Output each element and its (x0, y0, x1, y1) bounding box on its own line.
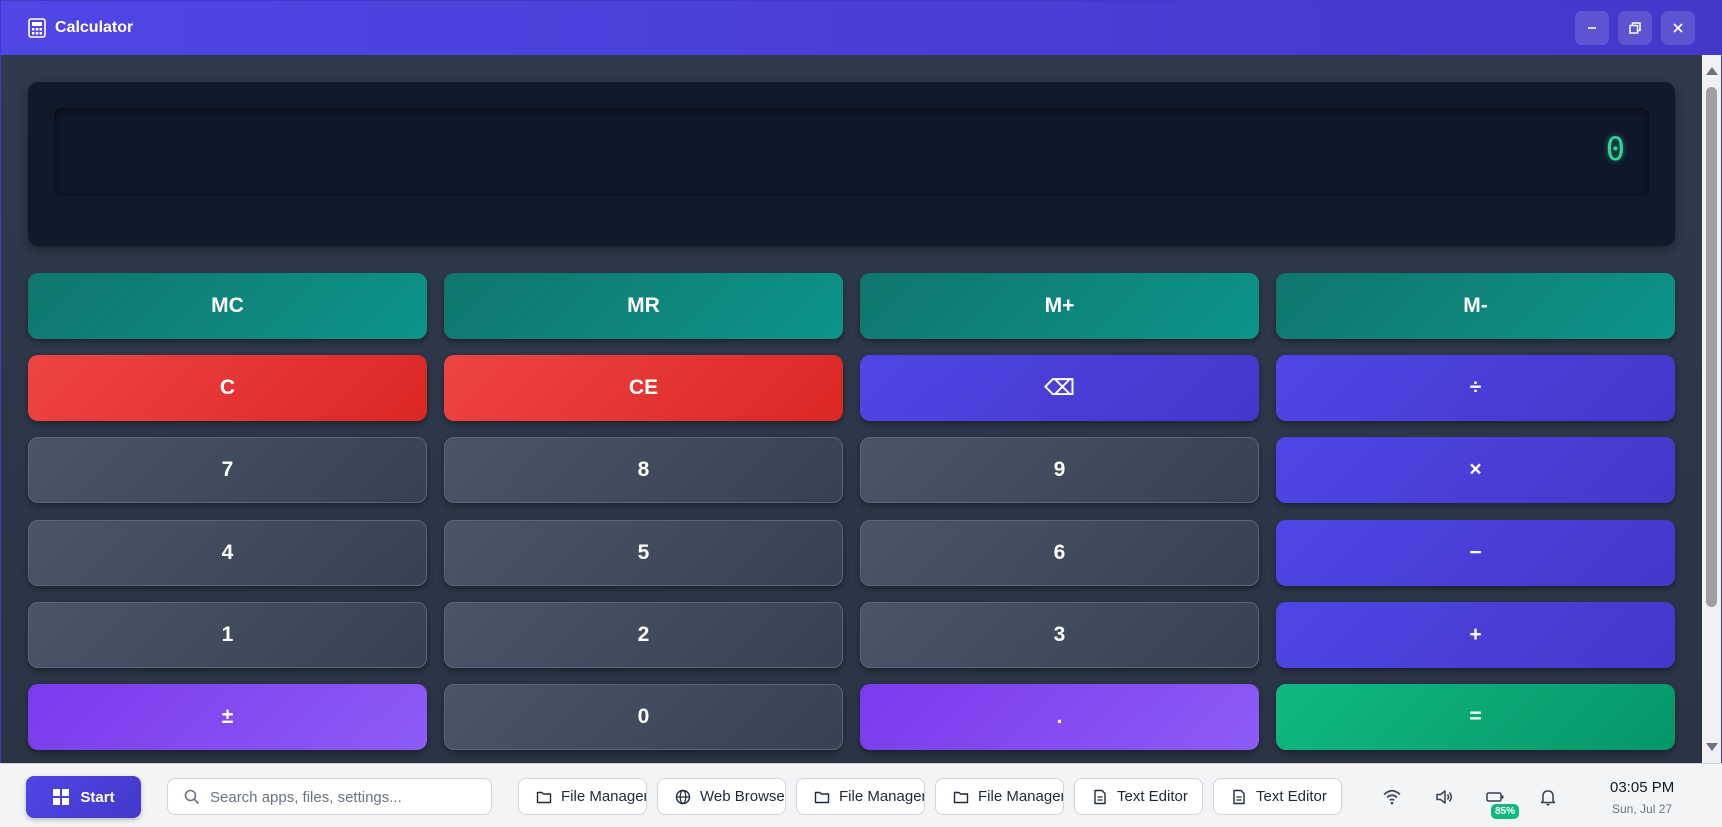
taskbar-item-file-manager[interactable]: File Manager (935, 778, 1064, 815)
decimal-button[interactable]: . (860, 684, 1259, 750)
sign-toggle-button[interactable]: ± (28, 684, 427, 750)
calculator-icon (28, 18, 46, 38)
taskbar-item-web-browser[interactable]: Web Browser (657, 778, 786, 815)
digit-3-button[interactable]: 3 (860, 602, 1259, 668)
clear-button[interactable]: C (28, 355, 427, 421)
digit-8-button[interactable]: 8 (444, 437, 843, 503)
vertical-scrollbar[interactable] (1702, 55, 1721, 763)
search-icon (184, 789, 200, 805)
taskbar-item-file-manager[interactable]: File Manager (518, 778, 647, 815)
document-icon (1233, 789, 1245, 804)
wifi-icon[interactable] (1382, 787, 1402, 807)
scrollbar-thumb[interactable] (1706, 87, 1717, 607)
display-value: 0 (1605, 130, 1625, 168)
memory-clear-button[interactable]: MC (28, 273, 427, 339)
folder-icon (536, 791, 552, 803)
taskbar-item-file-manager[interactable]: File Manager (796, 778, 925, 815)
minimize-icon (1588, 27, 1596, 29)
memory-recall-button[interactable]: MR (444, 273, 843, 339)
digit-6-button[interactable]: 6 (860, 520, 1259, 586)
start-button[interactable]: Start (26, 776, 141, 818)
clock-time[interactable]: 03:05 PM (1610, 779, 1674, 796)
volume-icon[interactable] (1434, 787, 1454, 807)
grid-icon (53, 789, 70, 805)
globe-icon (675, 789, 691, 804)
folder-icon (814, 791, 830, 803)
digit-5-button[interactable]: 5 (444, 520, 843, 586)
scroll-down-arrow-icon[interactable] (1706, 743, 1718, 751)
scroll-up-arrow-icon[interactable] (1706, 67, 1718, 75)
search-input[interactable] (210, 785, 480, 809)
document-icon (1094, 789, 1106, 804)
taskbar-item-text-editor[interactable]: Text Editor (1213, 778, 1342, 815)
digit-2-button[interactable]: 2 (444, 602, 843, 668)
window-title: Calculator (55, 19, 134, 36)
digit-1-button[interactable]: 1 (28, 602, 427, 668)
taskbar-item-label: File Manager (839, 788, 924, 805)
restore-button[interactable] (1618, 11, 1652, 45)
title-bar[interactable]: Calculator (1, 1, 1721, 55)
taskbar-search[interactable] (167, 778, 492, 815)
taskbar-item-label: File Manager (978, 788, 1063, 805)
taskbar-item-label: Web Browser (700, 788, 785, 805)
digit-7-button[interactable]: 7 (28, 437, 427, 503)
digit-0-button[interactable]: 0 (444, 684, 843, 750)
digit-4-button[interactable]: 4 (28, 520, 427, 586)
calculator-window: Calculator 0 MC MR M+ M- C CE ⌫ ÷ 7 8 9 × 4 5 6− 1 2 3 + ±0… (0, 0, 1722, 763)
start-label: Start (80, 788, 115, 806)
folder-icon (953, 791, 969, 803)
add-button[interactable]: + (1276, 602, 1675, 668)
minimize-button[interactable] (1575, 11, 1609, 45)
memory-subtract-button[interactable]: M- (1276, 273, 1675, 339)
equals-button[interactable]: = (1276, 684, 1675, 750)
taskbar-item-label: File Manager (561, 788, 646, 805)
clock-date: Sun, Jul 27 (1612, 802, 1673, 816)
restore-icon (1629, 22, 1641, 34)
backspace-button[interactable]: ⌫ (860, 355, 1259, 421)
clear-entry-button[interactable]: CE (444, 355, 843, 421)
memory-add-button[interactable]: M+ (860, 273, 1259, 339)
taskbar: Start File Manager Web Browser File Mana… (0, 763, 1722, 827)
display-screen: 0 (54, 108, 1649, 196)
calculator-display: 0 (28, 82, 1675, 246)
battery-percent-badge: 85% (1491, 804, 1520, 819)
close-icon (1673, 23, 1683, 33)
subtract-button[interactable]: − (1276, 520, 1675, 586)
bell-icon[interactable] (1538, 787, 1558, 807)
close-button[interactable] (1661, 11, 1695, 45)
taskbar-item-label: Text Editor (1117, 788, 1188, 805)
digit-9-button[interactable]: 9 (860, 437, 1259, 503)
multiply-button[interactable]: × (1276, 437, 1675, 503)
taskbar-item-text-editor[interactable]: Text Editor (1074, 778, 1203, 815)
divide-button[interactable]: ÷ (1276, 355, 1675, 421)
taskbar-item-label: Text Editor (1256, 788, 1327, 805)
